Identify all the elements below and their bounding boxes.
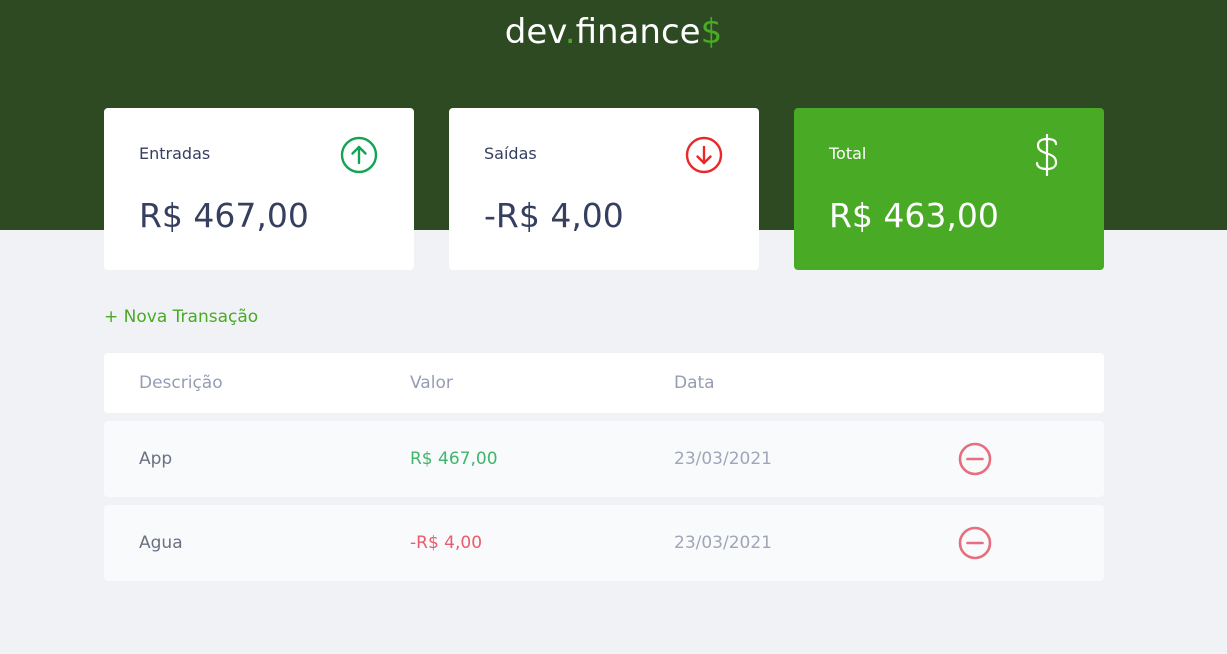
- remove-transaction-icon[interactable]: [958, 526, 992, 560]
- remove-transaction-icon[interactable]: [958, 442, 992, 476]
- total-label: Total: [829, 144, 867, 163]
- header-amount: Valor: [410, 373, 453, 393]
- logo-text-dev: dev: [504, 12, 565, 52]
- logo-dollar-sign: $: [700, 12, 723, 52]
- income-card: Entradas R$ 467,00: [104, 108, 414, 270]
- row-description: Agua: [139, 533, 183, 553]
- row-date: 23/03/2021: [674, 449, 772, 469]
- header-date: Data: [674, 373, 715, 393]
- total-card: Total R$ 463,00: [794, 108, 1104, 270]
- app-logo: dev.finance$: [0, 12, 1227, 52]
- income-label: Entradas: [139, 144, 211, 163]
- table-header: Descrição Valor Data: [104, 353, 1104, 413]
- logo-text-finance: finance: [575, 12, 701, 52]
- arrow-up-circle-icon: [340, 136, 378, 174]
- expense-amount: -R$ 4,00: [484, 196, 624, 235]
- balance-cards: Entradas R$ 467,00 Saídas -R$ 4,00 Total…: [104, 108, 1104, 270]
- income-amount: R$ 467,00: [139, 196, 309, 235]
- total-amount: R$ 463,00: [829, 196, 999, 235]
- table-row: App R$ 467,00 23/03/2021: [104, 421, 1104, 497]
- expense-card: Saídas -R$ 4,00: [449, 108, 759, 270]
- row-amount: R$ 467,00: [410, 449, 498, 469]
- arrow-down-circle-icon: [685, 136, 723, 174]
- new-transaction-button[interactable]: + Nova Transação: [104, 307, 258, 327]
- expense-label: Saídas: [484, 144, 537, 163]
- row-amount: -R$ 4,00: [410, 533, 483, 553]
- row-date: 23/03/2021: [674, 533, 772, 553]
- row-description: App: [139, 449, 173, 469]
- logo-dot: .: [564, 12, 576, 52]
- header-description: Descrição: [139, 373, 223, 393]
- table-row: Agua -R$ 4,00 23/03/2021: [104, 505, 1104, 581]
- dollar-sign-icon: [1035, 134, 1058, 176]
